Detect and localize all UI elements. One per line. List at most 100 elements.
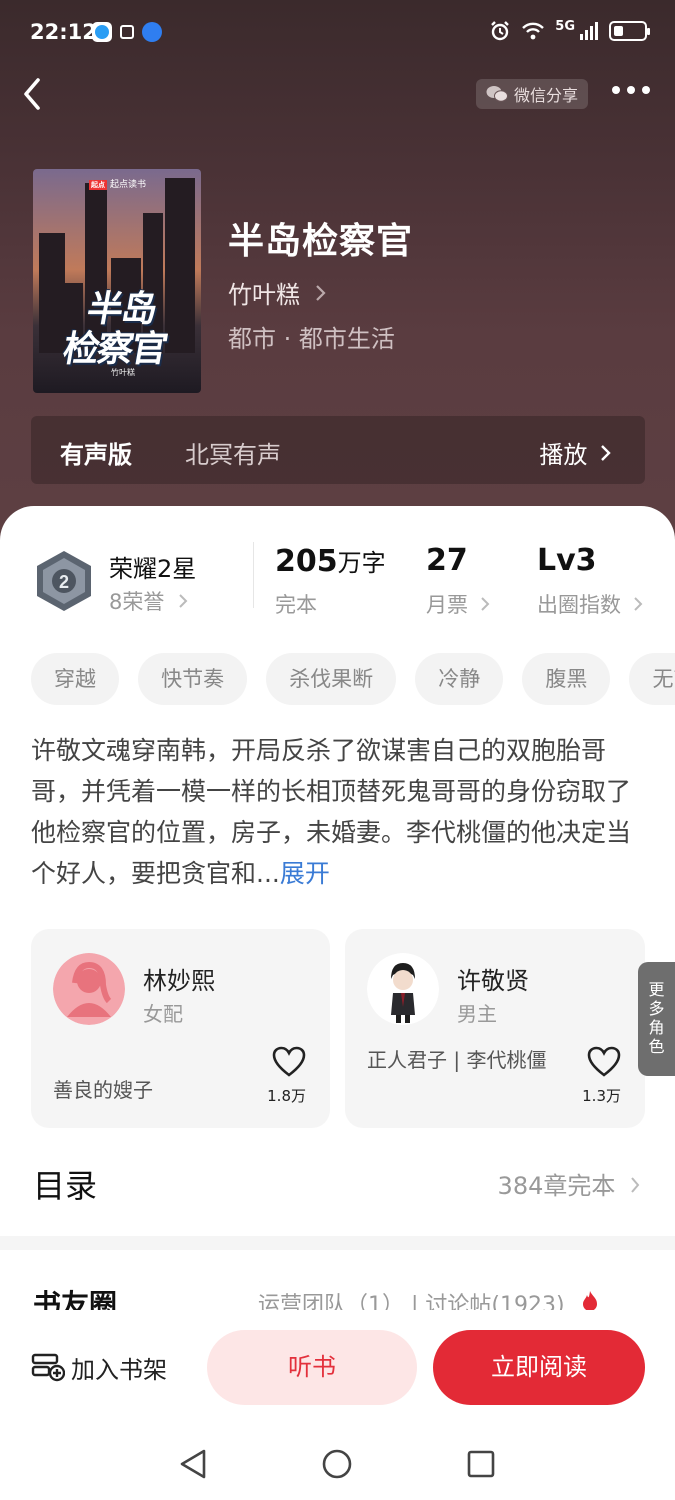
play-button[interactable]: 播放 xyxy=(539,435,613,470)
chevron-right-icon xyxy=(601,445,611,461)
monthly-ticket-link[interactable]: 月票 xyxy=(426,589,491,619)
battery-icon xyxy=(609,21,650,41)
club-summary: 运营团队（1） | 讨论帖(1923) xyxy=(258,1287,600,1310)
signal-icon xyxy=(580,22,598,40)
monthly-ticket-count: 27 xyxy=(426,543,468,578)
posts-label: 讨论帖(1923) xyxy=(425,1293,565,1310)
cover-title-line: 半岛 xyxy=(83,288,160,330)
character-avatar xyxy=(367,953,439,1025)
section-divider xyxy=(0,1236,675,1250)
play-label: 播放 xyxy=(539,441,588,469)
cover-title-line: 检察官 xyxy=(59,328,170,370)
book-intro[interactable]: 许敬文魂穿南韩，开局反杀了欲谋害自己的双胞胎哥哥，并凭着一模一样的长相顶替死鬼哥… xyxy=(31,730,651,894)
read-now-button[interactable]: 立即阅读 xyxy=(433,1330,645,1405)
book-club-row[interactable]: 书友圈 运营团队（1） | 讨论帖(1923) xyxy=(0,1250,675,1310)
book-genre[interactable]: 都市 · 都市生活 xyxy=(228,319,395,354)
heart-icon[interactable] xyxy=(272,1046,306,1078)
tag-chip[interactable]: 腹黑 xyxy=(522,653,611,705)
expand-link[interactable]: 展开 xyxy=(280,859,330,888)
back-triangle-icon[interactable] xyxy=(178,1448,208,1480)
share-label: 微信分享 xyxy=(514,86,579,105)
character-role: 男主 xyxy=(457,1002,497,1026)
character-desc: 善良的嫂子 xyxy=(53,1078,153,1102)
audio-version-bar[interactable]: 有声版 北冥有声 播放 xyxy=(31,416,645,484)
character-name: 许敬贤 xyxy=(457,967,529,995)
word-count-unit: 万字 xyxy=(337,549,386,577)
character-likes: 1.8万 xyxy=(267,1087,306,1105)
monthly-ticket-number: 27 xyxy=(426,543,468,578)
dot-icon xyxy=(627,86,635,94)
influence-level-value: Lv3 xyxy=(537,543,597,578)
home-circle-icon[interactable] xyxy=(321,1448,353,1480)
heart-icon[interactable] xyxy=(587,1046,621,1078)
character-card[interactable]: 林妙熙 女配 善良的嫂子 1.8万 xyxy=(31,929,330,1128)
app-notification-icon xyxy=(92,22,112,42)
tag-chip[interactable]: 无节操 xyxy=(629,653,675,705)
chevron-right-icon xyxy=(179,594,188,608)
influence-level: Lv3 xyxy=(537,543,597,578)
system-nav-bar xyxy=(0,1424,675,1500)
more-roles-label: 更多角色 xyxy=(648,980,665,1056)
author-name: 竹叶糕 xyxy=(228,281,300,309)
toc-title[interactable]: 目录 xyxy=(33,1161,97,1207)
monthly-ticket-label: 月票 xyxy=(426,593,468,617)
chevron-right-icon xyxy=(480,597,490,611)
chevron-right-icon xyxy=(633,597,643,611)
book-title: 半岛检察官 xyxy=(228,221,414,262)
dot-icon xyxy=(642,86,650,94)
more-menu-button[interactable] xyxy=(612,86,650,94)
divider xyxy=(253,542,254,608)
separator: | xyxy=(411,1293,426,1310)
audio-narrator: 北冥有声 xyxy=(185,441,281,469)
dot-icon xyxy=(612,86,620,94)
tag-chip[interactable]: 杀伐果断 xyxy=(266,653,397,705)
word-count: 205万字 xyxy=(275,543,386,579)
honor-count-link[interactable]: 8荣誉 xyxy=(109,586,189,616)
status-time: 22:12 xyxy=(30,20,97,44)
cover-publisher: 起点 起点读书 xyxy=(89,180,147,190)
network-label: 5G xyxy=(555,18,575,34)
author-link[interactable]: 竹叶糕 xyxy=(228,275,328,310)
tag-chip[interactable]: 快节奏 xyxy=(138,653,248,705)
shelf-label: 加入书架 xyxy=(71,1355,167,1384)
tag-list: 穿越 快节奏 杀伐果断 冷静 腹黑 无节操 xyxy=(31,653,675,705)
tag-chip[interactable]: 穿越 xyxy=(31,653,119,705)
alarm-icon xyxy=(491,21,510,41)
tag-chip[interactable]: 冷静 xyxy=(415,653,504,705)
chevron-right-icon xyxy=(315,285,326,301)
listen-button[interactable]: 听书 xyxy=(207,1330,417,1405)
honor-title: 荣耀2星 xyxy=(109,555,197,583)
more-roles-tab[interactable]: 更多角色 xyxy=(638,962,675,1076)
character-likes: 1.3万 xyxy=(582,1087,621,1105)
club-title: 书友圈 xyxy=(33,1288,118,1310)
book-cover[interactable]: 起点 起点读书 半岛 检察官 竹叶糕 xyxy=(33,169,201,393)
word-count-number: 205 xyxy=(275,544,338,579)
add-shelf-icon xyxy=(31,1353,65,1382)
honor-medal-icon[interactable]: 2 xyxy=(33,549,95,613)
recents-square-icon[interactable] xyxy=(466,1449,496,1479)
cover-author: 竹叶糕 xyxy=(111,368,135,377)
wechat-share-button[interactable]: 微信分享 xyxy=(476,79,589,109)
wechat-icon xyxy=(486,86,508,102)
influence-link[interactable]: 出圈指数 xyxy=(537,589,644,619)
cast-notification-icon xyxy=(120,25,134,39)
medal-level: 2 xyxy=(59,572,69,592)
status-right-icons: 5G xyxy=(489,18,650,42)
wifi-icon xyxy=(522,22,545,40)
toc-summary: 384章完本 xyxy=(497,1172,616,1200)
notification-icons xyxy=(92,22,162,42)
ops-team-label: 运营团队（1） xyxy=(258,1293,404,1310)
character-name: 林妙熙 xyxy=(143,967,215,995)
fire-icon xyxy=(582,1291,597,1310)
browser-notification-icon xyxy=(142,22,162,42)
toc-summary-link[interactable]: 384章完本 xyxy=(498,1166,641,1201)
status-bar: 22:12 5G xyxy=(0,0,675,66)
cover-title: 半岛 检察官 xyxy=(36,288,200,370)
audio-label: 有声版 xyxy=(60,441,132,469)
add-to-shelf-button[interactable]: 加入书架 xyxy=(31,1351,167,1384)
character-avatar xyxy=(53,953,125,1025)
character-card[interactable]: 许敬贤 男主 正人君子 | 李代桃僵 1.3万 xyxy=(345,929,645,1128)
book-status: 完本 xyxy=(275,593,317,617)
character-role: 女配 xyxy=(143,1002,183,1026)
back-arrow-icon[interactable] xyxy=(18,76,48,112)
